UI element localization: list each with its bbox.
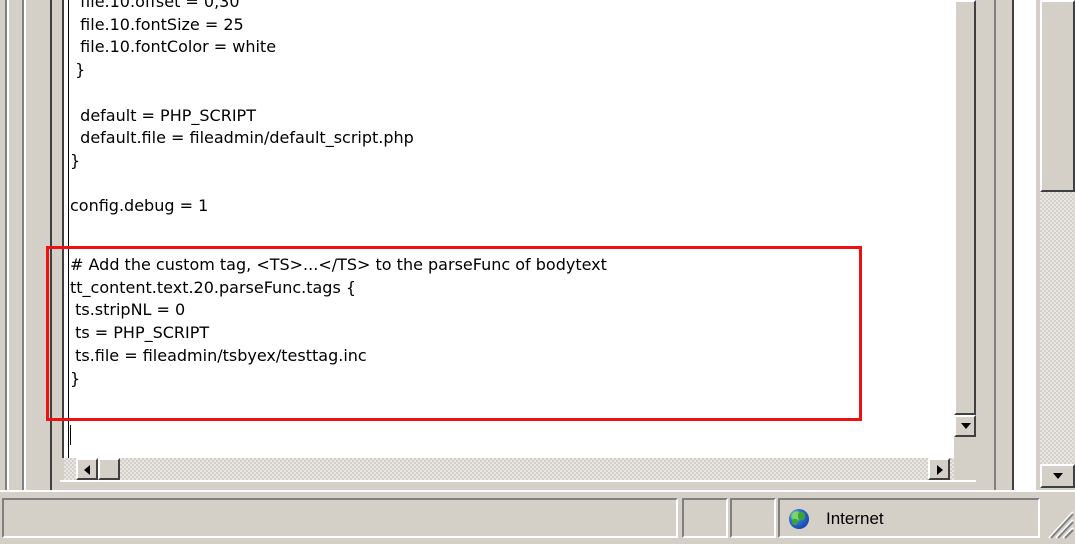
scroll-right-arrow-icon	[937, 465, 943, 475]
status-bar: Internet	[0, 490, 1075, 544]
left-frame-line	[24, 0, 26, 490]
right-pane	[1016, 0, 1036, 490]
text-caret	[70, 425, 71, 445]
status-message-pane	[2, 498, 678, 538]
inner-vscroll-thumb[interactable]	[954, 0, 976, 415]
frame-line	[60, 480, 976, 482]
right-frame-line	[994, 0, 996, 490]
frame-corner	[954, 437, 976, 480]
highlight-box	[46, 246, 862, 421]
left-frame-line	[7, 0, 9, 490]
inner-vertical-scrollbar[interactable]	[954, 0, 976, 458]
browser-scroll-down-button[interactable]	[1040, 464, 1075, 488]
inner-scroll-down-button[interactable]	[954, 415, 976, 437]
scroll-right-button[interactable]	[928, 458, 950, 480]
scroll-down-arrow-icon	[961, 423, 971, 429]
scroll-left-arrow-icon	[84, 465, 90, 475]
status-zone-pane: Internet	[778, 498, 1040, 538]
browser-vscroll-thumb[interactable]	[1040, 0, 1075, 192]
browser-vertical-scrollbar[interactable]	[1040, 0, 1075, 490]
scroll-down-arrow-icon	[1053, 473, 1063, 479]
resize-grip-icon[interactable]	[1044, 504, 1074, 540]
status-pane	[682, 498, 728, 538]
code-lines-top: file.10.offset = 0,30 file.10.fontSize =…	[70, 0, 414, 218]
security-zone-label: Internet	[826, 509, 884, 528]
code-block-top: file.10.offset = 0,30 file.10.fontSize =…	[70, 0, 414, 216]
horizontal-scrollbar[interactable]	[64, 458, 954, 480]
status-pane	[730, 498, 776, 538]
hscroll-thumb[interactable]	[98, 458, 120, 480]
scroll-left-button[interactable]	[76, 458, 98, 480]
hscroll-track[interactable]	[64, 458, 954, 480]
globe-icon	[789, 509, 809, 529]
